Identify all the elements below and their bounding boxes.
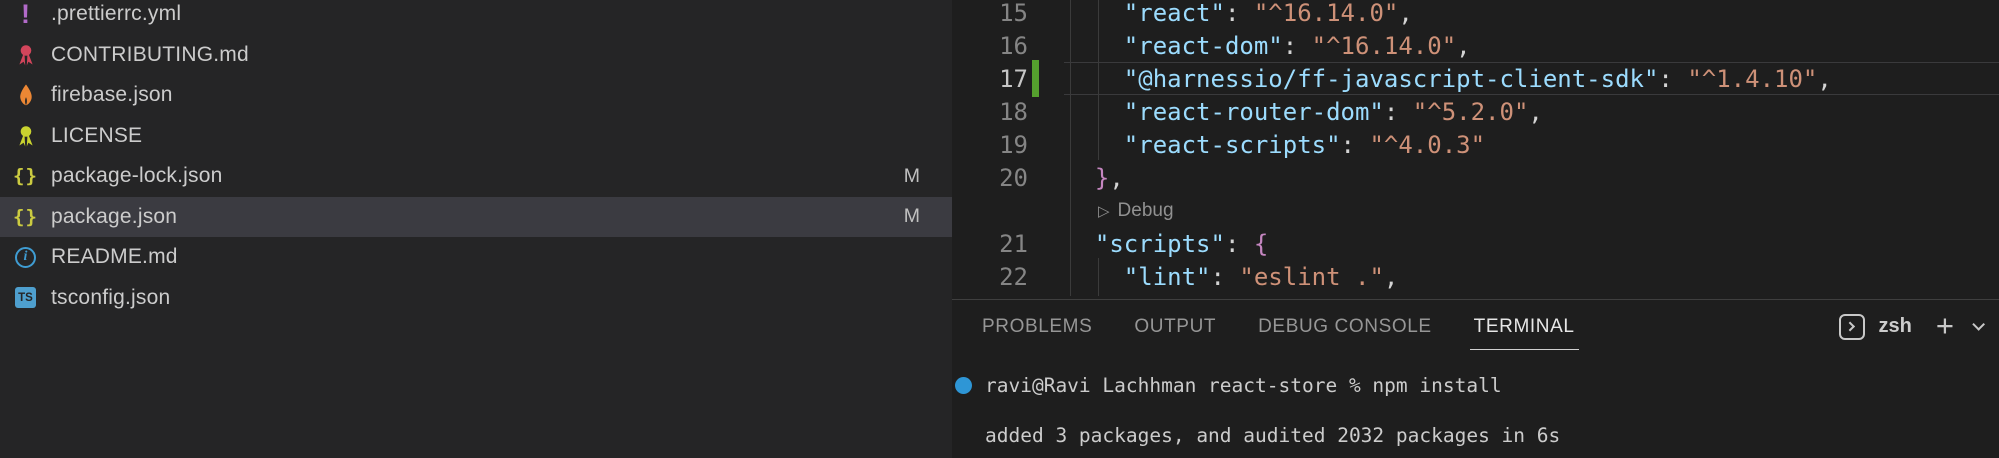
file-name: tsconfig.json [51, 286, 170, 310]
line-number: 22 [952, 263, 1028, 291]
ribbon-icon [12, 124, 39, 148]
terminal-line: ravi@Ravi Lachhman react-store % npm ins… [985, 373, 1999, 398]
line-number: 18 [952, 98, 1028, 126]
code-line[interactable]: 15 "react": "^16.14.0", [952, 0, 1999, 29]
panel-tabs: PROBLEMS OUTPUT DEBUG CONSOLE TERMINAL [980, 300, 1577, 353]
prettier-icon: ! [12, 1, 39, 28]
codelens-label: Debug [1118, 200, 1174, 222]
code-text: }, [1066, 164, 1124, 192]
panel-header: PROBLEMS OUTPUT DEBUG CONSOLE TERMINAL zsh … [952, 300, 1999, 353]
panel-tab-debug-console[interactable]: DEBUG CONSOLE [1256, 300, 1434, 353]
gutter [1028, 260, 1066, 293]
code-line[interactable]: 17 "@harnessio/ff-javascript-client-sdk"… [952, 62, 1999, 95]
code-text: "react": "^16.14.0", [1066, 0, 1413, 27]
file-name: package.json [51, 205, 177, 229]
editor[interactable]: 15 "react": "^16.14.0",16 "react-dom": "… [952, 0, 1999, 299]
file-row[interactable]: i README.md [0, 237, 952, 278]
gutter [1028, 29, 1066, 62]
code-line[interactable]: 20 }, [952, 161, 1999, 194]
code-line[interactable]: 22 "lint": "eslint .", [952, 260, 1999, 293]
code-text: "lint": "eslint .", [1066, 263, 1398, 291]
command-decoration-dot[interactable] [955, 377, 972, 394]
flame-icon [12, 83, 39, 107]
file-row[interactable]: ! .prettierrc.yml [0, 0, 952, 35]
gutter [1028, 95, 1066, 128]
file-row[interactable]: {} package-lock.json M [0, 156, 952, 197]
file-row[interactable]: LICENSE [0, 116, 952, 157]
line-number: 21 [952, 230, 1028, 258]
gutter-added-indicator [1028, 62, 1066, 95]
line-number: 16 [952, 32, 1028, 60]
code-text: "react-dom": "^16.14.0", [1066, 32, 1471, 60]
file-row[interactable]: firebase.json [0, 75, 952, 116]
file-row[interactable]: {} package.json M [0, 197, 952, 238]
code-line[interactable]: 16 "react-dom": "^16.14.0", [952, 29, 1999, 62]
braces-icon: {} [12, 165, 39, 187]
terminal-output[interactable]: ravi@Ravi Lachhman react-store % npm ins… [952, 353, 1999, 448]
play-triangle-icon: ▷ [1098, 202, 1110, 220]
panel-tab-problems[interactable]: PROBLEMS [980, 300, 1094, 353]
code-lines: 15 "react": "^16.14.0",16 "react-dom": "… [952, 0, 1999, 299]
gutter [1028, 0, 1066, 29]
code-text: "react-router-dom": "^5.2.0", [1066, 98, 1543, 126]
file-name: LICENSE [51, 124, 142, 148]
new-terminal-button[interactable]: + [1936, 310, 1954, 341]
braces-icon: {} [12, 206, 39, 228]
git-modified-badge: M [904, 205, 920, 228]
code-line[interactable]: 21 "scripts": { [952, 227, 1999, 260]
explorer-sidebar: ! .prettierrc.yml CONTRIBUTING.md firebase.… [0, 0, 952, 458]
line-number: 23 [952, 296, 1028, 300]
panel-controls: zsh + [1839, 313, 1981, 341]
file-name: package-lock.json [51, 164, 223, 188]
info-icon: i [12, 247, 39, 268]
gutter [1028, 128, 1066, 161]
file-list: ! .prettierrc.yml CONTRIBUTING.md firebase.… [0, 0, 952, 318]
codelens-debug[interactable]: ▷ Debug [952, 194, 1999, 227]
code-text: "scripts": { [1066, 230, 1268, 258]
panel-tab-terminal[interactable]: TERMINAL [1472, 300, 1577, 353]
chevron-down-icon[interactable] [1972, 318, 1985, 331]
code-text: "react-scripts": "^4.0.3" [1066, 131, 1485, 159]
code-text: "@harnessio/ff-javascript-client-sdk": "… [1066, 65, 1832, 93]
line-number: 17 [952, 65, 1028, 93]
terminal-panel: PROBLEMS OUTPUT DEBUG CONSOLE TERMINAL zsh … [952, 299, 1999, 458]
panel-tab-output[interactable]: OUTPUT [1132, 300, 1218, 353]
gutter [1028, 293, 1066, 299]
code-text: "start": "react-scripts start", [1066, 296, 1572, 300]
file-name: README.md [51, 245, 178, 269]
file-name: CONTRIBUTING.md [51, 43, 249, 67]
shell-label: zsh [1879, 315, 1912, 338]
gutter [1028, 227, 1066, 260]
terminal-icon[interactable] [1839, 314, 1865, 340]
line-number: 20 [952, 164, 1028, 192]
terminal-line: added 3 packages, and audited 2032 packa… [985, 423, 1999, 448]
code-line[interactable]: 23 "start": "react-scripts start", [952, 293, 1999, 299]
file-row[interactable]: CONTRIBUTING.md [0, 35, 952, 76]
line-number: 15 [952, 0, 1028, 27]
ribbon-icon [12, 43, 39, 67]
code-line[interactable]: 18 "react-router-dom": "^5.2.0", [952, 95, 1999, 128]
git-modified-badge: M [904, 165, 920, 188]
gutter [1028, 161, 1066, 194]
line-number: 19 [952, 131, 1028, 159]
file-name: firebase.json [51, 83, 173, 107]
file-name: .prettierrc.yml [51, 2, 181, 26]
ts-icon: TS [12, 287, 39, 308]
vscode-window: ! .prettierrc.yml CONTRIBUTING.md firebase.… [0, 0, 1999, 458]
file-row[interactable]: TS tsconfig.json [0, 278, 952, 319]
code-line[interactable]: 19 "react-scripts": "^4.0.3" [952, 128, 1999, 161]
